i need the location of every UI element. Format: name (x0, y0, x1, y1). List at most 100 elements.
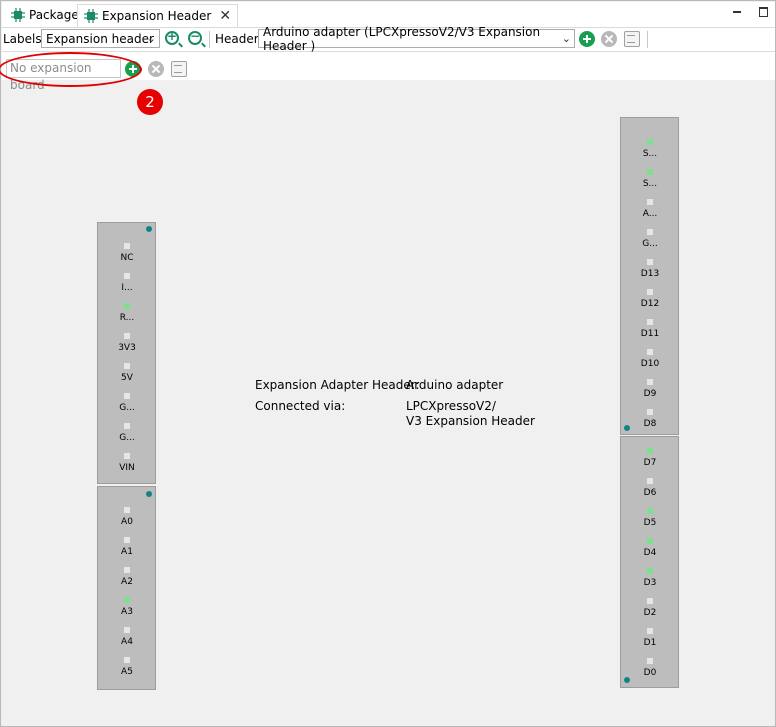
pin-label: D10 (640, 359, 660, 369)
maximize-icon[interactable] (757, 6, 769, 18)
connector-pin[interactable]: D6 (621, 478, 679, 498)
remove-header-icon[interactable] (601, 31, 617, 47)
pin-label: D6 (643, 488, 657, 498)
connector-pin[interactable]: S... (621, 169, 679, 189)
zoom-out-icon[interactable] (188, 29, 202, 45)
pin-label: S... (642, 149, 658, 159)
right-connector-bottom: D7 D6 D5 D4 D3 D2 D1 D0 (620, 436, 679, 688)
connector-pin[interactable]: G... (621, 229, 679, 249)
connector-pin[interactable]: D1 (621, 628, 679, 648)
close-tab-icon[interactable]: ✕ (219, 8, 231, 24)
left-connector-top: NC I... R... 3V3 5V G... G... VIN (97, 222, 156, 484)
pin-status-indicator (647, 508, 653, 514)
connector-pin[interactable]: A... (621, 199, 679, 219)
remove-board-icon[interactable] (148, 61, 164, 77)
add-board-icon[interactable] (125, 61, 141, 77)
zoom-in-icon[interactable] (165, 29, 179, 45)
tab-package-label: Package (29, 8, 79, 22)
connector-pin[interactable]: 5V (98, 363, 156, 383)
connector-pin[interactable]: D13 (621, 259, 679, 279)
connector-pin[interactable]: D9 (621, 379, 679, 399)
connector-pin[interactable]: NC (98, 243, 156, 263)
labels-select[interactable]: Expansion header ⌄ (41, 29, 160, 48)
pin-status-indicator (647, 289, 653, 295)
connector-pin[interactable]: A3 (98, 597, 156, 617)
minimize-icon[interactable] (731, 6, 743, 18)
connector-pin[interactable]: S... (621, 139, 679, 159)
pin-label: D8 (643, 419, 657, 429)
pin-status-indicator (124, 273, 130, 279)
connector-pin[interactable]: A1 (98, 537, 156, 557)
board-info-icon[interactable] (171, 61, 187, 77)
pin-status-indicator (647, 259, 653, 265)
connector-pin[interactable]: D8 (621, 409, 679, 429)
pin-label: G... (119, 433, 135, 443)
labels-select-value: Expansion header (46, 31, 154, 46)
connector-pin[interactable]: D2 (621, 598, 679, 618)
connector-pin[interactable]: D3 (621, 568, 679, 588)
header-info-icon[interactable] (624, 31, 640, 47)
pin-label: D12 (640, 299, 660, 309)
pin-label: NC (120, 253, 134, 263)
pin-label: S... (642, 179, 658, 189)
pin-status-indicator (124, 537, 130, 543)
connector-pin[interactable]: D5 (621, 508, 679, 528)
pin-status-indicator (647, 199, 653, 205)
pin-status-indicator (647, 409, 653, 415)
connector-pin[interactable]: D12 (621, 289, 679, 309)
pin-label: G... (642, 239, 658, 249)
pin-label: A5 (121, 667, 133, 677)
pin-status-indicator (124, 567, 130, 573)
pin-label: D13 (640, 269, 660, 279)
tab-expansion-header[interactable]: Expansion Header ✕ (77, 4, 239, 27)
connector-pin[interactable]: A4 (98, 627, 156, 647)
adapter-header-key: Expansion Adapter Header: (255, 378, 420, 392)
connector-pin[interactable]: A0 (98, 507, 156, 527)
connector-pin[interactable]: D10 (621, 349, 679, 369)
connector-pin[interactable]: I... (98, 273, 156, 293)
pin-label: D7 (643, 458, 657, 468)
expansion-board-field[interactable]: No expansion board (6, 59, 121, 92)
pin-status-indicator (647, 568, 653, 574)
pin-label: A... (642, 209, 658, 219)
pin-label: VIN (119, 463, 135, 473)
pin-status-indicator (124, 333, 130, 339)
connector-pin[interactable]: R... (98, 303, 156, 323)
pin-status-indicator (124, 597, 130, 603)
connector-pin[interactable]: G... (98, 393, 156, 413)
header-select[interactable]: Arduino adapter (LPCXpressoV2/V3 Expansi… (258, 25, 575, 53)
pin-status-indicator (647, 229, 653, 235)
pin-status-indicator (647, 169, 653, 175)
pin-status-indicator (124, 453, 130, 459)
tab-package[interactable]: Package (5, 4, 85, 26)
add-header-icon[interactable] (579, 31, 595, 47)
pin-label: D2 (643, 608, 657, 618)
pin-status-indicator (647, 448, 653, 454)
chevron-down-icon: ⌄ (561, 32, 571, 45)
pin-status-indicator (647, 628, 653, 634)
pin-status-indicator (647, 349, 653, 355)
connector-pin[interactable]: A5 (98, 657, 156, 677)
toolbar-separator (209, 31, 210, 48)
toolbar-header: Labels Expansion header ⌄ Header Arduino… (2, 25, 775, 53)
left-connector-bottom: A0 A1 A2 A3 A4 A5 (97, 486, 156, 690)
adapter-header-value: Arduino adapter (406, 378, 504, 392)
connector-pin[interactable]: G... (98, 423, 156, 443)
pin-label: 5V (121, 373, 133, 383)
connector-pin[interactable]: A2 (98, 567, 156, 587)
connector-pin[interactable]: 3V3 (98, 333, 156, 353)
connector-pin[interactable]: D4 (621, 538, 679, 558)
connected-via-key: Connected via: (255, 399, 346, 413)
connector-pin[interactable]: D0 (621, 658, 679, 678)
annotation-number-badge: 2 (137, 89, 163, 115)
pin-label: D1 (643, 638, 657, 648)
connector-pin[interactable]: D7 (621, 448, 679, 468)
pin-label: A3 (121, 607, 133, 617)
header-label: Header (215, 32, 259, 46)
connector-pin[interactable]: VIN (98, 453, 156, 473)
pin-label: D9 (643, 389, 657, 399)
connector-pin[interactable]: D11 (621, 319, 679, 339)
pin-status-indicator (124, 507, 130, 513)
pin-status-indicator (647, 478, 653, 484)
tab-expansion-header-label: Expansion Header (102, 9, 212, 23)
